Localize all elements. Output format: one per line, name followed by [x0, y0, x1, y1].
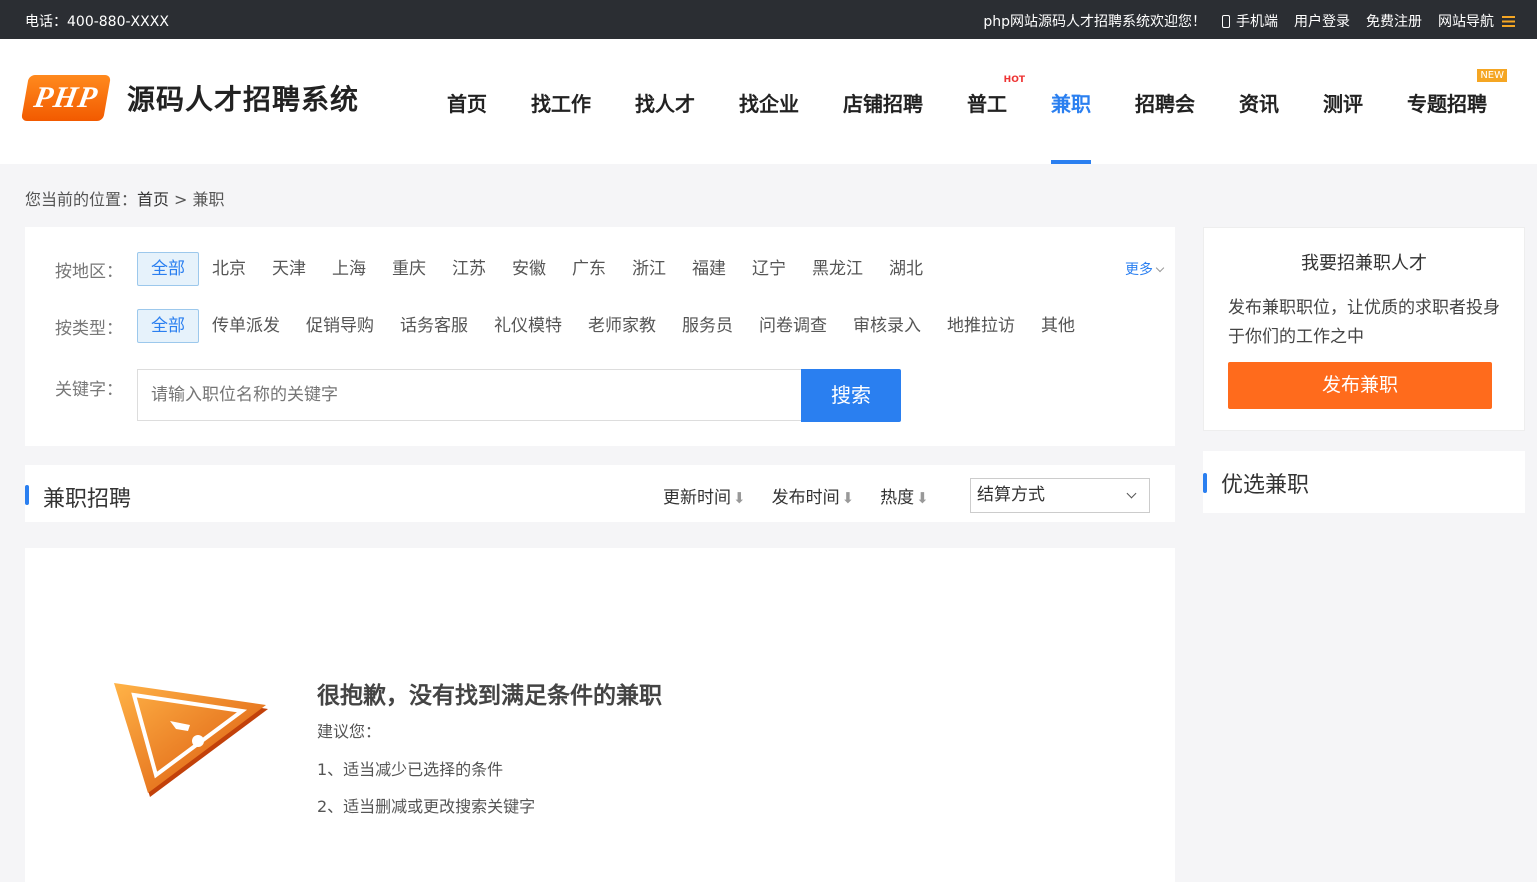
- nav-news[interactable]: 资讯: [1217, 39, 1301, 164]
- empty-result-title: 很抱歉，没有找到满足条件的兼职: [317, 683, 662, 709]
- type-option[interactable]: 礼仪模特: [481, 309, 575, 343]
- area-option[interactable]: 浙江: [619, 252, 679, 286]
- sort-updated-time[interactable]: 更新时间 ⬇: [663, 483, 746, 508]
- nav-special-recruit[interactable]: 专题招聘 NEW: [1385, 39, 1509, 164]
- welcome-text: php网站源码人才招聘系统欢迎您！: [983, 14, 1206, 30]
- menu-icon: [1502, 16, 1515, 27]
- type-option[interactable]: 地推拉访: [934, 309, 1028, 343]
- sort-arrow-icon: ⬇: [916, 489, 929, 507]
- phone-number: 电话：400-880-XXXX: [25, 14, 169, 30]
- main-nav: 首页 找工作 找人才 找企业 店铺招聘 普工 HOT 兼职 招聘会 资讯 测评 专…: [425, 39, 1509, 164]
- area-option[interactable]: 天津: [259, 252, 319, 286]
- type-option[interactable]: 审核录入: [840, 309, 934, 343]
- php-logo-badge: PHP: [20, 75, 112, 121]
- area-option[interactable]: 全部: [137, 252, 199, 286]
- type-option[interactable]: 促销导购: [293, 309, 387, 343]
- new-badge: NEW: [1477, 69, 1507, 82]
- nav-find-job[interactable]: 找工作: [509, 39, 613, 164]
- sort-popularity[interactable]: 热度 ⬇: [880, 483, 929, 508]
- mobile-link[interactable]: 手机端: [1222, 11, 1278, 31]
- breadcrumb: 您当前的位置：首页 > 兼职: [25, 190, 225, 209]
- area-option[interactable]: 上海: [319, 252, 379, 286]
- breadcrumb-current: 兼职: [192, 190, 225, 209]
- type-option[interactable]: 其他: [1028, 309, 1088, 343]
- area-option[interactable]: 福建: [679, 252, 739, 286]
- featured-part-time-card: 优选兼职: [1203, 451, 1525, 513]
- area-option[interactable]: 湖北: [876, 252, 936, 286]
- nav-home[interactable]: 首页: [425, 39, 509, 164]
- register-link[interactable]: 免费注册: [1366, 11, 1422, 31]
- keyword-row: 关键字：: [25, 375, 137, 400]
- top-bar: 电话：400-880-XXXX php网站源码人才招聘系统欢迎您！ 手机端 用户…: [0, 0, 1537, 39]
- area-option[interactable]: 江苏: [439, 252, 499, 286]
- breadcrumb-home-link[interactable]: 首页: [137, 190, 169, 209]
- type-option[interactable]: 问卷调查: [746, 309, 840, 343]
- featured-title: 优选兼职: [1203, 467, 1309, 499]
- site-logo[interactable]: PHP 源码人才招聘系统: [20, 75, 360, 121]
- keyword-label: 关键字：: [55, 380, 123, 400]
- mobile-icon: [1222, 15, 1230, 28]
- site-nav-link[interactable]: 网站导航: [1438, 11, 1515, 31]
- section-title: 兼职招聘: [25, 481, 131, 513]
- more-areas-toggle[interactable]: 更多: [1125, 259, 1165, 279]
- area-option[interactable]: 重庆: [379, 252, 439, 286]
- header: PHP 源码人才招聘系统 首页 找工作 找人才 找企业 店铺招聘 普工 HOT 兼…: [0, 39, 1537, 164]
- sort-arrow-icon: ⬇: [733, 489, 746, 507]
- type-option[interactable]: 全部: [137, 309, 199, 343]
- nav-general-worker[interactable]: 普工 HOT: [945, 39, 1029, 164]
- empty-result-suggest: 建议您：: [317, 722, 382, 741]
- area-option[interactable]: 北京: [199, 252, 259, 286]
- login-link[interactable]: 用户登录: [1294, 11, 1350, 31]
- settlement-select[interactable]: 结算方式: [970, 478, 1150, 513]
- result-panel: 很抱歉，没有找到满足条件的兼职 建议您： 1、适当减少已选择的条件 2、适当删减…: [25, 548, 1175, 882]
- publish-part-time-button[interactable]: 发布兼职: [1228, 362, 1492, 409]
- type-option[interactable]: 老师家教: [575, 309, 669, 343]
- area-filter-row: 按地区： 全部 北京 天津 上海 重庆 江苏 安徽 广东 浙江 福建 辽宁 黑龙…: [25, 252, 936, 286]
- top-links: php网站源码人才招聘系统欢迎您！ 手机端 用户登录 免费注册 网站导航: [983, 11, 1515, 31]
- nav-job-fair[interactable]: 招聘会: [1113, 39, 1217, 164]
- area-filter-label: 按地区：: [55, 261, 123, 282]
- empty-result-tip: 2、适当删减或更改搜索关键字: [317, 797, 536, 816]
- chevron-down-icon: [1155, 263, 1165, 273]
- warning-icon: [114, 683, 268, 797]
- nav-find-company[interactable]: 找企业: [717, 39, 821, 164]
- search-button[interactable]: 搜索: [801, 369, 901, 422]
- nav-store-recruit[interactable]: 店铺招聘: [821, 39, 945, 164]
- chevron-down-icon: [1126, 488, 1137, 499]
- area-option[interactable]: 黑龙江: [799, 252, 876, 286]
- sort-publish-time[interactable]: 发布时间 ⬇: [772, 483, 855, 508]
- recruit-part-time-card: 我要招兼职人才 发布兼职职位，让优质的求职者投身于你们的工作之中 发布兼职: [1203, 227, 1525, 431]
- filter-panel: 按地区： 全部 北京 天津 上海 重庆 江苏 安徽 广东 浙江 福建 辽宁 黑龙…: [25, 227, 1175, 446]
- type-option[interactable]: 话务客服: [387, 309, 481, 343]
- sort-arrow-icon: ⬇: [841, 489, 855, 507]
- logo-text: 源码人才招聘系统: [127, 83, 360, 116]
- area-option[interactable]: 安徽: [499, 252, 559, 286]
- area-option[interactable]: 广东: [559, 252, 619, 286]
- type-option[interactable]: 传单派发: [199, 309, 293, 343]
- nav-assessment[interactable]: 测评: [1301, 39, 1385, 164]
- type-option[interactable]: 服务员: [669, 309, 746, 343]
- nav-find-talent[interactable]: 找人才: [613, 39, 717, 164]
- type-filter-row: 按类型： 全部 传单派发 促销导购 话务客服 礼仪模特 老师家教 服务员 问卷调…: [25, 309, 1088, 343]
- recruit-card-desc: 发布兼职职位，让优质的求职者投身于你们的工作之中: [1228, 298, 1500, 347]
- sort-options: 更新时间 ⬇ 发布时间 ⬇ 热度 ⬇: [663, 483, 955, 508]
- keyword-search-input[interactable]: [137, 369, 802, 421]
- nav-part-time[interactable]: 兼职: [1029, 39, 1113, 164]
- list-header: 兼职招聘 更新时间 ⬇ 发布时间 ⬇ 热度 ⬇ 结算方式: [25, 465, 1175, 522]
- area-option[interactable]: 辽宁: [739, 252, 799, 286]
- recruit-card-title: 我要招兼职人才: [1301, 253, 1427, 274]
- empty-result-tip: 1、适当减少已选择的条件: [317, 760, 504, 779]
- type-filter-label: 按类型：: [55, 318, 123, 339]
- hot-badge: HOT: [1003, 75, 1025, 85]
